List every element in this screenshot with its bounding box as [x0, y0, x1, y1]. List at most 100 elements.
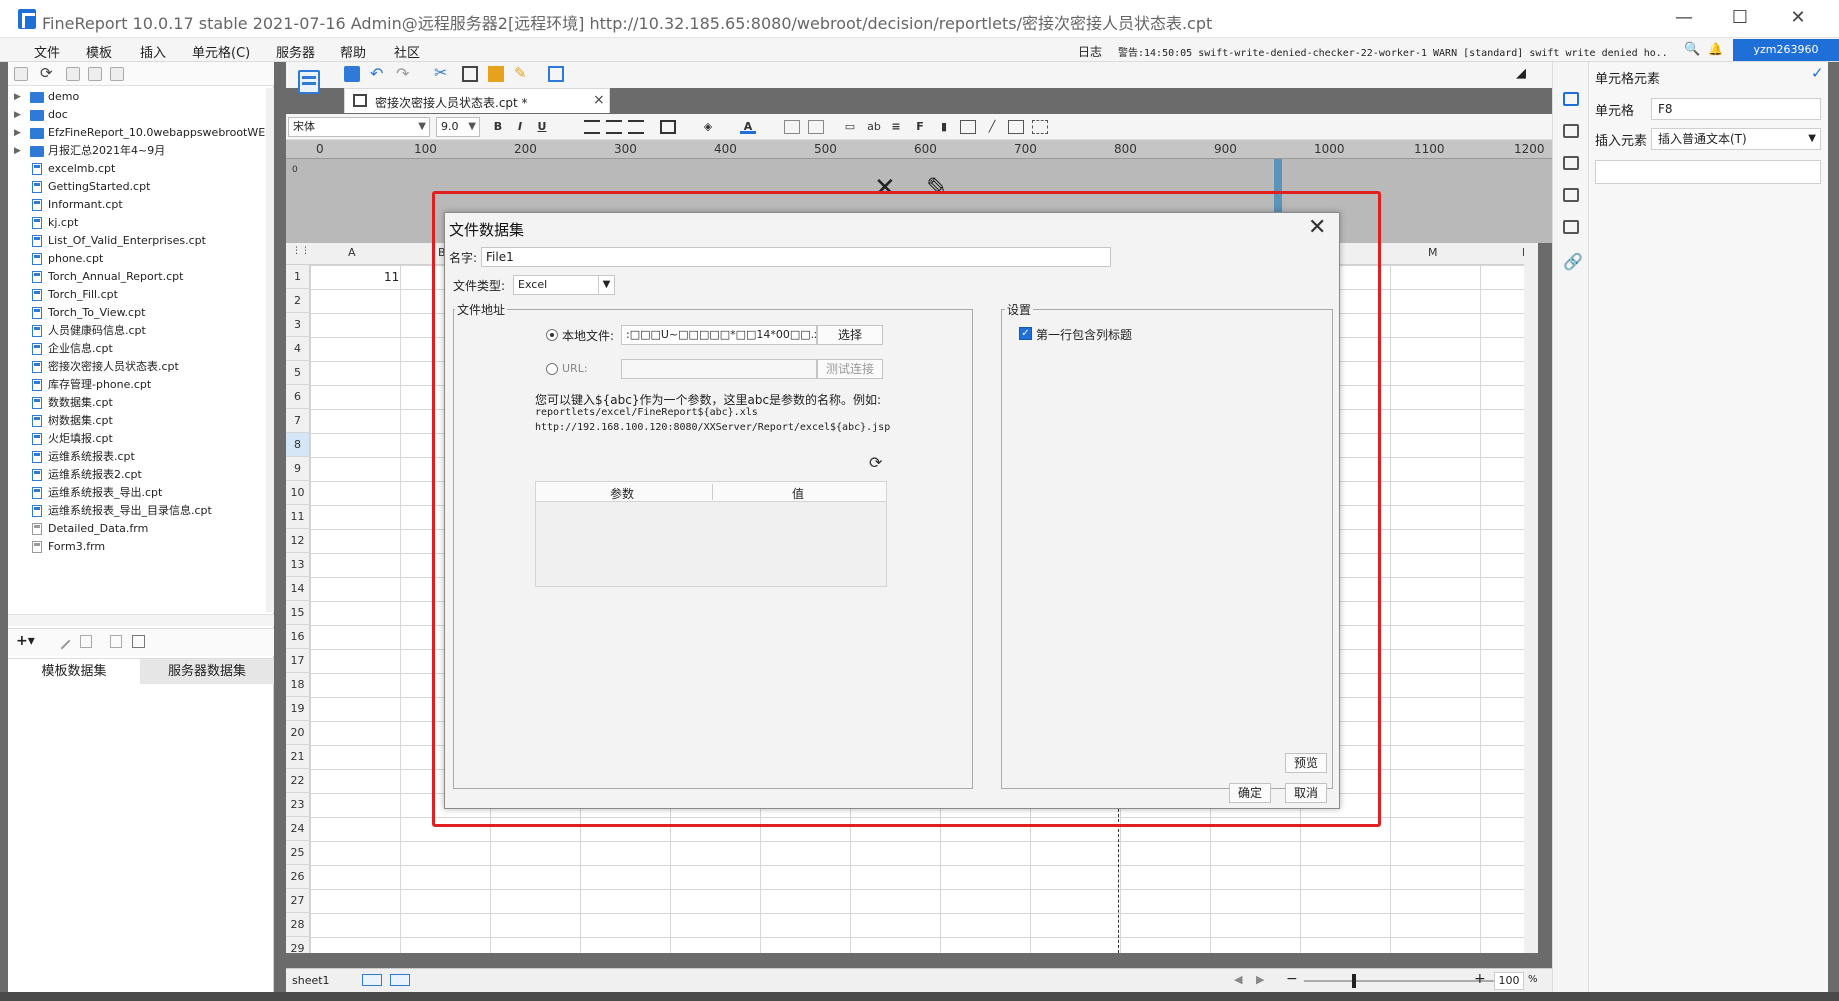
tree-file[interactable]: 树数据集.cpt [8, 412, 266, 430]
search-icon[interactable]: 🔍 [1684, 42, 1700, 57]
row-header[interactable]: 19 [286, 697, 310, 721]
row-header[interactable]: 13 [286, 553, 310, 577]
row-header[interactable]: 17 [286, 649, 310, 673]
minimize-button[interactable]: — [1662, 8, 1706, 30]
fill-color-icon[interactable]: ◈ [700, 120, 716, 134]
bold-button[interactable]: B [490, 120, 506, 134]
cut-icon[interactable]: ✂ [434, 63, 447, 82]
row-header[interactable]: 6 [286, 385, 310, 409]
sheet-tab[interactable]: sheet1 [292, 974, 330, 987]
tree-file[interactable]: 运维系统报表_导出.cpt [8, 484, 266, 502]
expand-toolbar-icon[interactable]: ◢ [1516, 66, 1526, 81]
add-poly-sheet-icon[interactable] [390, 974, 410, 986]
image-icon[interactable] [960, 120, 976, 134]
grid-vscrollbar[interactable] [1524, 243, 1538, 953]
menu-file[interactable]: 文件 [34, 42, 60, 61]
close-tab-icon[interactable]: × [593, 92, 605, 108]
add-sheet-icon[interactable] [362, 974, 382, 986]
expand-arrow-icon[interactable]: ▶ [14, 106, 21, 124]
border-icon[interactable] [660, 120, 676, 134]
close-window-button[interactable]: ✕ [1776, 8, 1820, 30]
delete-dataset-icon[interactable] [80, 635, 92, 648]
menu-community[interactable]: 社区 [394, 42, 420, 61]
row-header[interactable]: 14 [286, 577, 310, 601]
row-header[interactable]: 27 [286, 889, 310, 913]
cell-element-panel-icon[interactable] [1563, 92, 1579, 106]
tree-file[interactable]: 运维系统报表_导出_目录信息.cpt [8, 502, 266, 520]
text-icon[interactable]: ▭ [842, 120, 858, 134]
add-dataset-button[interactable]: +▾ [16, 633, 35, 649]
paste-icon[interactable] [488, 66, 504, 82]
tree-file[interactable]: 运维系统报表2.cpt [8, 466, 266, 484]
open-folder-icon[interactable] [14, 67, 28, 81]
tree-folder[interactable]: ▶ 月报汇总2021年4~9月 [8, 142, 266, 160]
row-header[interactable]: 12 [286, 529, 310, 553]
tree-folder[interactable]: ▶ doc [8, 106, 266, 124]
warning-message[interactable]: 警告:14:50:05 swift-write-denied-checker-2… [1118, 44, 1670, 59]
underline-button[interactable]: U [534, 120, 550, 134]
panel-edit-icon[interactable]: ✓ [1811, 64, 1824, 82]
row-header[interactable]: 8 [286, 433, 310, 457]
zoom-slider[interactable] [1304, 980, 1494, 982]
widget-icon[interactable] [1563, 156, 1579, 170]
edit-icon[interactable] [53, 632, 71, 650]
font-color-icon[interactable]: A [740, 120, 756, 134]
menu-template[interactable]: 模板 [86, 42, 112, 61]
undo-icon[interactable]: ↶ [370, 64, 383, 83]
menu-cell[interactable]: 单元格(C) [192, 42, 250, 61]
tree-file[interactable]: Detailed_Data.frm [8, 520, 266, 538]
cell-content-input[interactable] [1595, 160, 1821, 184]
tree-file[interactable]: GettingStarted.cpt [8, 178, 266, 196]
scroll-left-icon[interactable]: ◀ [1234, 973, 1242, 986]
row-header[interactable]: 28 [286, 913, 310, 937]
tree-file[interactable]: 运维系统报表.cpt [8, 448, 266, 466]
cell-element-icon[interactable] [294, 68, 322, 102]
zoom-in-button[interactable]: + [1474, 971, 1486, 987]
row-header[interactable]: 9 [286, 457, 310, 481]
chart-icon[interactable]: ▮ [936, 120, 952, 134]
maximize-button[interactable]: ☐ [1718, 8, 1762, 30]
align-right-icon[interactable] [628, 120, 644, 134]
menu-server[interactable]: 服务器 [276, 42, 315, 61]
row-header[interactable]: 15 [286, 601, 310, 625]
wrap-text-icon[interactable]: ≡ [888, 120, 904, 134]
user-badge[interactable]: yzm263960 [1733, 39, 1839, 61]
tree-scrollbar[interactable] [266, 88, 274, 612]
row-header[interactable]: 26 [286, 865, 310, 889]
copy-cell-icon[interactable] [462, 66, 478, 82]
condition-icon[interactable] [1563, 188, 1579, 202]
redo-icon[interactable]: ↷ [396, 64, 409, 83]
template-params-icon[interactable] [548, 66, 564, 82]
tree-file[interactable]: List_Of_Valid_Enterprises.cpt [8, 232, 266, 250]
row-header[interactable]: 24 [286, 817, 310, 841]
tree-file[interactable]: Form3.frm [8, 538, 266, 556]
tree-hscrollbar[interactable] [8, 614, 274, 626]
template-tree[interactable]: ▶ demo ▶ doc ▶ EfzFineReport_10.0webappswebro… [8, 88, 266, 612]
abc-icon[interactable]: ab [866, 120, 882, 134]
cell-a1[interactable]: 11 [384, 270, 399, 284]
zoom-input[interactable]: 100 [1494, 972, 1524, 990]
cell-border-dropdown-icon[interactable] [1032, 120, 1048, 134]
row-header[interactable]: 7 [286, 409, 310, 433]
insert-element-select[interactable]: 插入普通文本(T) ▼ [1651, 128, 1821, 150]
align-left-icon[interactable] [584, 120, 600, 134]
cell-name-input[interactable]: F8 [1651, 98, 1821, 120]
subreport-icon[interactable] [1008, 120, 1024, 134]
file-tab[interactable]: 密接次密接人员状态表.cpt * × [344, 88, 610, 113]
row-header[interactable]: 29 [286, 937, 310, 953]
merge-cell-icon[interactable] [784, 120, 800, 134]
tree-file[interactable]: phone.cpt [8, 250, 266, 268]
log-label[interactable]: 日志 [1078, 43, 1102, 60]
row-header[interactable]: 4 [286, 337, 310, 361]
row-header[interactable]: 1 [286, 265, 310, 289]
tab-template-dataset[interactable]: 模板数据集 [8, 659, 140, 684]
row-header[interactable]: 21 [286, 745, 310, 769]
row-header[interactable]: 18 [286, 673, 310, 697]
tree-folder[interactable]: ▶ demo [8, 88, 266, 106]
filter-icon[interactable] [1563, 220, 1579, 234]
slash-icon[interactable]: ╱ [984, 120, 1000, 134]
tree-file[interactable]: 火炬填报.cpt [8, 430, 266, 448]
row-header[interactable]: 5 [286, 361, 310, 385]
row-header[interactable]: 11 [286, 505, 310, 529]
split-cell-icon[interactable] [808, 120, 824, 134]
